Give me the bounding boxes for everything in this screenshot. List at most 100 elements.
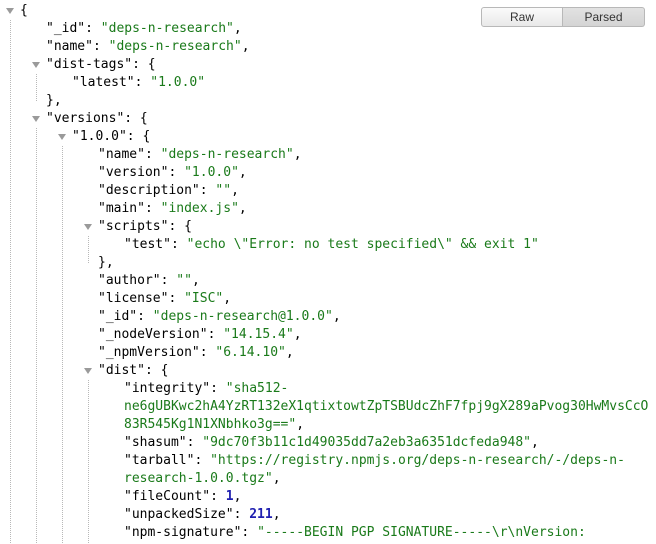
- json-line: "integrity": "sha512-: [124, 380, 288, 398]
- json-punctuation: :: [144, 147, 161, 162]
- json-string-value: "1.0.0": [150, 75, 206, 90]
- raw-button[interactable]: Raw: [481, 7, 563, 27]
- json-punctuation: : {: [144, 363, 169, 378]
- json-number-value: 1: [225, 489, 234, 504]
- json-string-value: "": [176, 273, 192, 288]
- collapse-toggle-icon[interactable]: [84, 368, 92, 374]
- json-string-value: "1.0.0": [184, 165, 239, 180]
- json-punctuation: :: [137, 309, 153, 324]
- json-line: "license": "ISC",: [98, 290, 231, 308]
- indent-guide: [36, 128, 37, 544]
- json-punctuation: :: [210, 489, 226, 504]
- json-punctuation: ,: [285, 345, 294, 360]
- json-punctuation: :: [85, 21, 101, 36]
- json-key: "integrity": [124, 381, 211, 396]
- json-line: "tarball": "https://registry.npmjs.org/d…: [124, 452, 625, 470]
- json-line: "shasum": "9dc70f3b11c1d49035dd7a2eb3a63…: [124, 434, 539, 452]
- view-toggle: Raw Parsed: [481, 7, 645, 27]
- json-punctuation: },: [46, 93, 62, 108]
- json-key: "latest": [72, 75, 135, 90]
- json-line: "1.0.0": {: [72, 128, 150, 146]
- json-key: "versions": [46, 111, 125, 126]
- json-key: "description": [98, 183, 200, 198]
- json-key: "tarball": [124, 453, 195, 468]
- json-key: "_nodeVersion": [98, 327, 208, 342]
- json-line: "name": "deps-n-research",: [46, 38, 250, 56]
- json-string-value: "index.js": [160, 201, 239, 216]
- json-string-value: "deps-n-research": [100, 21, 234, 36]
- collapse-toggle-icon[interactable]: [32, 62, 40, 68]
- json-line: "author": "",: [98, 272, 200, 290]
- json-string-value: ne6gUBKwc2hA4YzRT132eX1qtixtowtZpTSBUdcZ…: [124, 399, 649, 414]
- json-line: ne6gUBKwc2hA4YzRT132eX1qtixtowtZpTSBUdcZ…: [124, 398, 648, 416]
- json-key: "_id": [46, 21, 86, 36]
- json-punctuation: : {: [168, 219, 192, 234]
- json-punctuation: :: [210, 381, 226, 396]
- json-punctuation: ,: [233, 489, 242, 504]
- collapse-toggle-icon[interactable]: [84, 224, 92, 230]
- json-string-value: research-1.0.0.tgz": [124, 471, 273, 486]
- json-punctuation: ,: [233, 21, 242, 36]
- json-string-value: "": [215, 183, 232, 198]
- json-line: "dist-tags": {: [46, 56, 156, 74]
- json-string-value: "9dc70f3b11c1d49035dd7a2eb3a6351dcfeda94…: [202, 435, 532, 450]
- json-punctuation: ,: [272, 507, 281, 522]
- json-punctuation: :: [199, 183, 216, 198]
- json-punctuation: :: [207, 327, 224, 342]
- json-line: "description": "",: [98, 182, 239, 200]
- collapse-toggle-icon[interactable]: [6, 8, 14, 14]
- collapse-toggle-icon[interactable]: [32, 116, 40, 122]
- json-key: "main": [98, 201, 145, 216]
- json-punctuation: ,: [293, 147, 302, 162]
- indent-guide: [62, 146, 63, 544]
- json-line: "fileCount": 1,: [124, 488, 241, 506]
- json-punctuation: :: [186, 435, 203, 450]
- parsed-button[interactable]: Parsed: [563, 7, 645, 27]
- json-line: "test": "echo \"Error: no test specified…: [124, 236, 539, 254]
- json-line: "latest": "1.0.0": [72, 74, 205, 92]
- json-punctuation: ,: [293, 327, 302, 342]
- json-punctuation: ,: [238, 165, 247, 180]
- json-key: "1.0.0": [72, 129, 127, 144]
- json-punctuation: : {: [124, 111, 148, 126]
- json-punctuation: :: [233, 507, 250, 522]
- json-line: 83R545Kg1N1XNbhko3g==",: [124, 416, 304, 434]
- json-key: "name": [98, 147, 145, 162]
- json-string-value: "deps-n-research": [160, 147, 294, 162]
- json-line: "version": "1.0.0",: [98, 164, 247, 182]
- json-line: "dist": {: [98, 362, 168, 380]
- json-punctuation: ,: [223, 291, 232, 306]
- indent-guide: [88, 236, 89, 263]
- indent-guide: [10, 20, 11, 544]
- json-line: },: [98, 254, 114, 272]
- json-punctuation: :: [194, 453, 211, 468]
- json-key: "shasum": [124, 435, 187, 450]
- json-key: "scripts": [98, 219, 169, 234]
- json-string-value: "deps-n-research": [108, 39, 242, 54]
- json-string-value: "sha512-: [225, 381, 289, 396]
- json-punctuation: ,: [231, 183, 239, 198]
- json-punctuation: : {: [132, 57, 156, 72]
- json-string-value: 83R545Kg1N1XNbhko3g==": [124, 417, 297, 432]
- json-line: "_nodeVersion": "14.15.4",: [98, 326, 302, 344]
- json-punctuation: :: [168, 165, 185, 180]
- json-punctuation: :: [241, 525, 258, 540]
- json-punctuation: {: [20, 3, 28, 18]
- json-line: "npm-signature": "-----BEGIN PGP SIGNATU…: [124, 524, 586, 542]
- json-string-value: "echo \"Error: no test specified\" && ex…: [186, 237, 539, 252]
- json-line: "_id": "deps-n-research@1.0.0",: [98, 308, 341, 326]
- json-string-value: "-----BEGIN PGP SIGNATURE-----\r\nVersio…: [257, 525, 586, 540]
- collapse-toggle-icon[interactable]: [58, 134, 66, 140]
- json-string-value: "6.14.10": [215, 345, 286, 360]
- json-punctuation: ,: [296, 417, 305, 432]
- json-key: "license": [98, 291, 169, 306]
- json-key: "fileCount": [124, 489, 211, 504]
- json-number-value: 211: [249, 507, 273, 522]
- json-punctuation: :: [92, 39, 109, 54]
- json-line: research-1.0.0.tgz",: [124, 470, 281, 488]
- json-line: "name": "deps-n-research",: [98, 146, 302, 164]
- json-key: "dist-tags": [46, 57, 133, 72]
- json-line: "main": "index.js",: [98, 200, 247, 218]
- json-line: "_id": "deps-n-research",: [46, 20, 242, 38]
- json-line: {: [20, 2, 28, 20]
